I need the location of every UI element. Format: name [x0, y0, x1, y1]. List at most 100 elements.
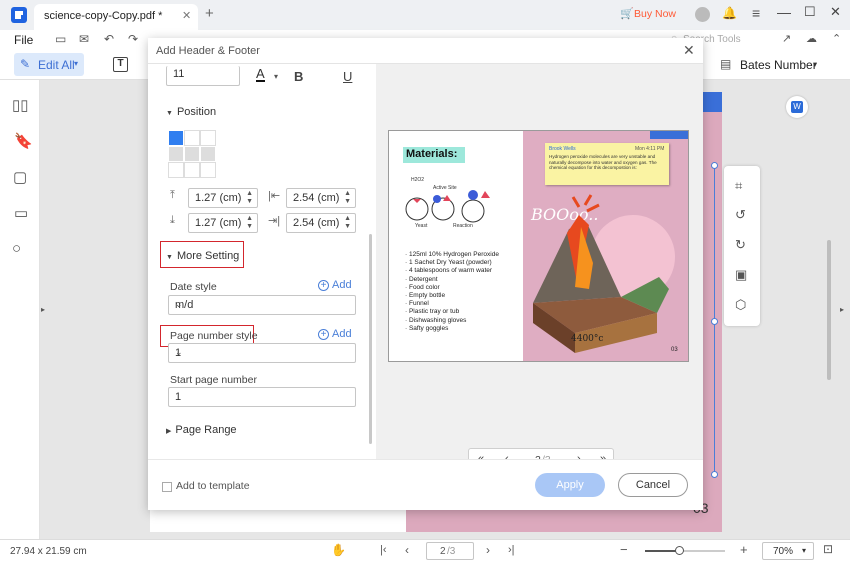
position-section-header[interactable]: ▼ Position [166, 106, 216, 118]
stepper-icon[interactable]: ▲ ▼ [246, 215, 253, 231]
search-icon[interactable]: ○ [12, 240, 21, 257]
expand-panel-icon[interactable]: ▸ [41, 305, 45, 314]
bates-number-icon[interactable]: ▤ [720, 57, 731, 71]
first-page-icon[interactable]: |‹ [380, 544, 387, 556]
collapse-icon[interactable]: ⌃ [832, 32, 841, 45]
position-cell[interactable] [184, 162, 200, 178]
date-style-add-button[interactable]: + Add [318, 279, 352, 291]
close-window-icon[interactable]: ✕ [830, 4, 841, 20]
left-sidebar: ▯▯ 🔖 ▢ ▭ ○ ▸ [0, 80, 45, 540]
thumbnails-icon[interactable]: ▯▯ [12, 96, 29, 114]
margin-top-icon: ⤒ [170, 189, 175, 201]
sketch-label-active-site: Active Site [433, 185, 457, 191]
edit-all-button[interactable]: ✎ Edit All ▾ [14, 53, 84, 76]
stepper-icon[interactable]: ▲ ▼ [344, 215, 351, 231]
position-cell[interactable] [200, 146, 216, 162]
stepper-icon[interactable]: ▲ ▼ [344, 190, 351, 206]
position-cell[interactable] [200, 162, 216, 178]
underline-button[interactable]: U [343, 69, 352, 84]
replace-image-icon[interactable]: ▣ [735, 267, 747, 283]
zoom-in-icon[interactable]: + [740, 542, 748, 557]
date-style-select[interactable]: m/d ⌄ [168, 295, 356, 315]
page-range-section-header[interactable]: ▶ Page Range [166, 424, 237, 436]
margin-left-field[interactable]: 2.54 (cm) ▲ ▼ [286, 188, 356, 208]
word-convert-icon[interactable]: W [786, 96, 808, 118]
position-cell[interactable] [200, 130, 216, 146]
apply-button[interactable]: Apply [535, 473, 605, 497]
settings-scrollbar[interactable] [369, 234, 372, 444]
margin-top-value: 1.27 (cm) [195, 192, 242, 204]
document-tab[interactable]: science-copy-Copy.pdf * ✕ [34, 4, 198, 30]
font-color-button[interactable]: A [256, 67, 265, 82]
page-dimensions: 27.94 x 21.59 cm [10, 546, 87, 557]
dialog-close-icon[interactable]: ✕ [683, 42, 695, 59]
bell-icon[interactable]: 🔔 [722, 6, 737, 20]
undo-icon[interactable]: ↶ [104, 32, 114, 46]
margin-top-field[interactable]: 1.27 (cm) ▲ ▼ [188, 188, 258, 208]
bates-number-button[interactable]: Bates Number [740, 58, 817, 72]
maximize-icon[interactable]: ☐ [804, 4, 816, 20]
position-cell-top-left[interactable] [168, 130, 184, 146]
attachment-icon[interactable]: ▭ [14, 204, 28, 222]
menu-file[interactable]: File [14, 33, 33, 47]
position-grid[interactable] [168, 130, 216, 178]
hand-tool-icon[interactable]: ✋ [331, 543, 346, 557]
share-icon[interactable]: ↗ [782, 32, 791, 45]
stepper-icon[interactable]: ▲ ▼ [246, 190, 253, 206]
margin-right-field[interactable]: 2.54 (cm) ▲ ▼ [286, 213, 356, 233]
rotate-right-icon[interactable]: ↻ [735, 237, 746, 253]
tab-close-icon[interactable]: ✕ [182, 9, 191, 22]
text-tool-icon[interactable]: T [113, 57, 128, 72]
fit-page-icon[interactable]: ⊡ [823, 542, 833, 556]
new-tab-icon[interactable]: + [205, 5, 214, 22]
menu-icon[interactable]: ≡ [752, 5, 760, 21]
avatar[interactable] [695, 7, 710, 22]
minimize-icon[interactable]: — [777, 4, 791, 20]
page-number-style-select[interactable]: 1 ⌄ [168, 343, 356, 363]
list-item: · 125ml 10% Hydrogen Peroxide [405, 251, 499, 258]
chevron-down-icon[interactable]: ▾ [274, 72, 278, 81]
sticky-note[interactable]: Brook Wells Mon 4:11 PM Hydrogen peroxid… [545, 143, 669, 185]
position-cell[interactable] [168, 146, 184, 162]
font-size-select[interactable]: 11 [166, 66, 240, 86]
more-setting-section-header[interactable]: ▼ More Setting [166, 250, 239, 262]
cart-icon[interactable]: 🛒 [620, 7, 634, 20]
page-number-add-button[interactable]: + Add [318, 328, 352, 340]
dialog-title: Add Header & Footer [156, 45, 260, 57]
collapse-right-icon[interactable]: ▸ [840, 305, 844, 314]
bold-button[interactable]: B [294, 69, 303, 84]
page-total: /3 [447, 546, 456, 557]
sticky-note-text: Hydrogen peroxide molecules are very uns… [549, 154, 657, 170]
add-to-template-checkbox[interactable] [162, 482, 172, 492]
position-cell[interactable] [184, 146, 200, 162]
mail-icon[interactable]: ✉ [79, 32, 89, 46]
save-icon[interactable]: ▭ [55, 32, 66, 46]
crop-icon[interactable]: ⌗ [735, 178, 742, 194]
zoom-slider[interactable] [645, 546, 725, 555]
settings-hexagon-icon[interactable]: ⬡ [735, 297, 746, 313]
list-item: · Safty goggles [405, 324, 449, 332]
comment-icon[interactable]: ▢ [13, 168, 27, 186]
cancel-button[interactable]: Cancel [618, 473, 688, 497]
add-to-template-label[interactable]: Add to template [176, 480, 250, 492]
vertical-scrollbar[interactable] [827, 240, 831, 380]
selection-handle[interactable] [711, 162, 718, 169]
position-cell[interactable] [168, 162, 184, 178]
margin-bottom-field[interactable]: 1.27 (cm) ▲ ▼ [188, 213, 258, 233]
selection-handle[interactable] [711, 318, 718, 325]
bookmark-icon[interactable]: 🔖 [14, 132, 33, 150]
last-page-icon[interactable]: ›| [508, 544, 515, 556]
zoom-out-icon[interactable]: − [620, 542, 628, 557]
next-page-icon[interactable]: › [486, 543, 490, 557]
buy-now-link[interactable]: Buy Now [634, 8, 676, 20]
prev-page-icon[interactable]: ‹ [405, 543, 409, 557]
position-cell[interactable] [184, 130, 200, 146]
page-input[interactable]: 2 /3 [426, 542, 474, 560]
upload-icon[interactable]: ☁ [806, 32, 817, 45]
start-page-number-field[interactable]: 1 [168, 387, 356, 407]
zoom-slider-knob[interactable] [675, 546, 685, 555]
zoom-select[interactable]: 70% ▾ [762, 542, 814, 560]
selection-handle[interactable] [711, 471, 718, 478]
rotate-left-icon[interactable]: ↺ [735, 207, 746, 223]
redo-icon[interactable]: ↷ [128, 32, 138, 46]
